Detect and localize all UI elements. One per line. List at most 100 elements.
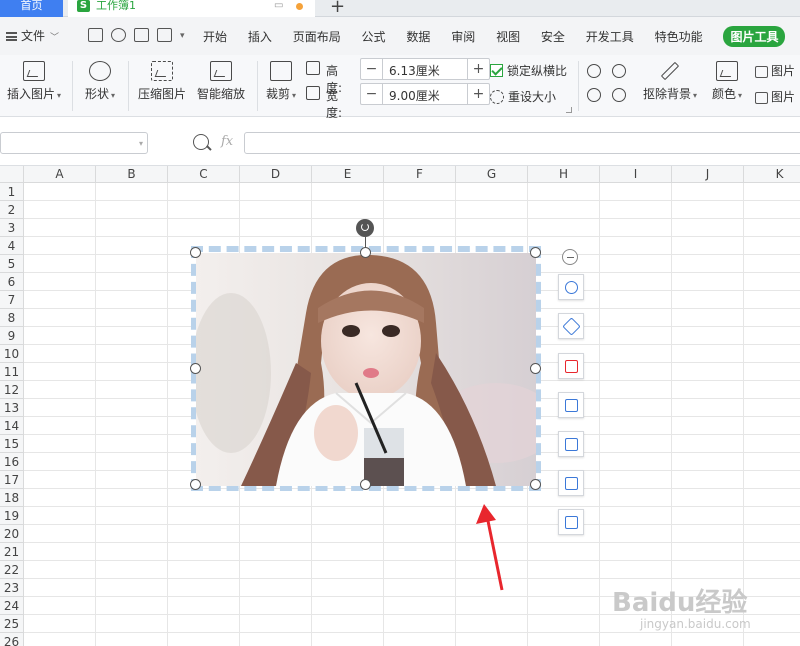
row-header[interactable]: 6 bbox=[0, 273, 24, 291]
menu-tab-start[interactable]: 开始 bbox=[203, 28, 227, 45]
resize-handle-bottom-left[interactable] bbox=[190, 479, 201, 490]
column-header[interactable]: E bbox=[312, 166, 384, 183]
tab-workbook[interactable]: S 工作簿1 ▭ bbox=[68, 0, 315, 17]
undo-icon[interactable] bbox=[111, 27, 126, 42]
lock-ratio-checkbox[interactable]: 锁定纵横比 bbox=[490, 62, 567, 79]
picture-compress-side-button[interactable] bbox=[558, 509, 584, 535]
remove-background-side-button[interactable] bbox=[558, 313, 584, 339]
resize-handle-bottom-right[interactable] bbox=[530, 479, 541, 490]
row-header[interactable]: 21 bbox=[0, 543, 24, 561]
chevron-down-icon[interactable]: ▾ bbox=[139, 139, 143, 148]
column-header[interactable]: B bbox=[96, 166, 168, 183]
menu-tab-review[interactable]: 审阅 bbox=[451, 28, 475, 45]
reset-size-button[interactable]: 重设大小 bbox=[490, 88, 556, 105]
contrast-down-icon[interactable] bbox=[612, 88, 626, 102]
row-header[interactable]: 15 bbox=[0, 435, 24, 453]
height-value[interactable]: 6.13厘米 bbox=[389, 62, 440, 79]
column-header[interactable]: D bbox=[240, 166, 312, 183]
formula-input[interactable] bbox=[244, 132, 800, 154]
row-header[interactable]: 24 bbox=[0, 597, 24, 615]
row-header[interactable]: 25 bbox=[0, 615, 24, 633]
print-preview-icon[interactable] bbox=[157, 27, 172, 42]
zoom-picture-button[interactable] bbox=[558, 274, 584, 300]
menu-tab-insert[interactable]: 插入 bbox=[248, 28, 272, 45]
fx-icon[interactable]: fx bbox=[221, 134, 233, 149]
save-icon[interactable] bbox=[88, 27, 103, 42]
resize-handle-right[interactable] bbox=[530, 363, 541, 374]
menu-tab-developer[interactable]: 开发工具 bbox=[586, 28, 634, 45]
brightness-down-icon[interactable] bbox=[612, 64, 626, 78]
column-header[interactable]: H bbox=[528, 166, 600, 183]
height-decrease-button[interactable]: − bbox=[361, 59, 383, 79]
compress-picture-button[interactable]: 压缩图片 bbox=[136, 61, 188, 102]
color-button[interactable]: 颜色 ▾ bbox=[708, 61, 746, 102]
resize-handle-top-left[interactable] bbox=[190, 247, 201, 258]
resize-handle-top[interactable] bbox=[360, 247, 371, 258]
height-stepper[interactable]: − 6.13厘米 + bbox=[360, 58, 490, 80]
menu-tab-view[interactable]: 视图 bbox=[496, 28, 520, 45]
row-header[interactable]: 2 bbox=[0, 201, 24, 219]
name-box[interactable]: ▾ bbox=[0, 132, 148, 154]
menu-tab-formula[interactable]: 公式 bbox=[362, 28, 386, 45]
row-header[interactable]: 20 bbox=[0, 525, 24, 543]
column-header[interactable]: G bbox=[456, 166, 528, 183]
select-all-corner[interactable] bbox=[0, 166, 24, 183]
inserted-picture[interactable] bbox=[196, 253, 536, 486]
row-header[interactable]: 10 bbox=[0, 345, 24, 363]
row-header[interactable]: 9 bbox=[0, 327, 24, 345]
menu-tab-security[interactable]: 安全 bbox=[541, 28, 565, 45]
rotate-handle-icon[interactable] bbox=[356, 219, 374, 237]
file-menu[interactable]: 文件 ﹀ bbox=[6, 27, 59, 44]
picture-to-text-button[interactable] bbox=[558, 431, 584, 457]
row-header[interactable]: 14 bbox=[0, 417, 24, 435]
menu-tab-data[interactable]: 数据 bbox=[406, 28, 430, 45]
menu-tab-features[interactable]: 特色功能 bbox=[655, 28, 703, 45]
remove-background-button[interactable]: 抠除背景 ▾ bbox=[640, 61, 700, 102]
row-header[interactable]: 12 bbox=[0, 381, 24, 399]
menu-tab-page-layout[interactable]: 页面布局 bbox=[293, 28, 341, 45]
dialog-launcher-icon[interactable] bbox=[566, 107, 572, 113]
row-header[interactable]: 4 bbox=[0, 237, 24, 255]
resize-handle-left[interactable] bbox=[190, 363, 201, 374]
resize-handle-bottom[interactable] bbox=[360, 479, 371, 490]
column-header[interactable]: K bbox=[744, 166, 800, 183]
contrast-up-icon[interactable] bbox=[587, 88, 601, 102]
row-header[interactable]: 23 bbox=[0, 579, 24, 597]
row-header[interactable]: 18 bbox=[0, 489, 24, 507]
width-value[interactable]: 9.00厘米 bbox=[389, 87, 440, 104]
crop-side-button[interactable] bbox=[558, 353, 584, 379]
collapse-toolbar-button[interactable] bbox=[562, 249, 578, 265]
row-header[interactable]: 1 bbox=[0, 183, 24, 201]
column-header[interactable]: J bbox=[672, 166, 744, 183]
crop-button[interactable]: 裁剪 ▾ bbox=[263, 61, 299, 102]
picture-option-1[interactable]: 图片 bbox=[755, 62, 795, 79]
row-header[interactable]: 26 bbox=[0, 633, 24, 646]
print-icon[interactable] bbox=[134, 27, 149, 42]
row-header[interactable]: 11 bbox=[0, 363, 24, 381]
row-header[interactable]: 16 bbox=[0, 453, 24, 471]
shape-button[interactable]: 形状 ▾ bbox=[80, 61, 120, 102]
row-header[interactable]: 22 bbox=[0, 561, 24, 579]
resize-handle-top-right[interactable] bbox=[530, 247, 541, 258]
column-header[interactable]: C bbox=[168, 166, 240, 183]
row-header[interactable]: 19 bbox=[0, 507, 24, 525]
pin-icon[interactable]: ▭ bbox=[274, 0, 283, 12]
width-increase-button[interactable]: + bbox=[467, 84, 489, 104]
row-header[interactable]: 13 bbox=[0, 399, 24, 417]
row-header[interactable]: 3 bbox=[0, 219, 24, 237]
column-header[interactable]: I bbox=[600, 166, 672, 183]
column-header[interactable]: A bbox=[24, 166, 96, 183]
insert-picture-button[interactable]: 插入图片 ▾ bbox=[4, 61, 64, 102]
chevron-down-icon[interactable]: ▾ bbox=[180, 31, 185, 41]
smart-zoom-button[interactable]: 智能缩放 bbox=[195, 61, 247, 102]
row-header[interactable]: 8 bbox=[0, 309, 24, 327]
row-header[interactable]: 7 bbox=[0, 291, 24, 309]
picture-option-2[interactable]: 图片 bbox=[755, 88, 795, 105]
width-decrease-button[interactable]: − bbox=[361, 84, 383, 104]
picture-to-pdf-button[interactable] bbox=[558, 470, 584, 496]
brightness-up-icon[interactable] bbox=[587, 64, 601, 78]
picture-frame-side-button[interactable] bbox=[558, 392, 584, 418]
column-header[interactable]: F bbox=[384, 166, 456, 183]
zoom-icon[interactable] bbox=[193, 134, 209, 150]
tab-home[interactable]: 首页 bbox=[0, 0, 63, 17]
